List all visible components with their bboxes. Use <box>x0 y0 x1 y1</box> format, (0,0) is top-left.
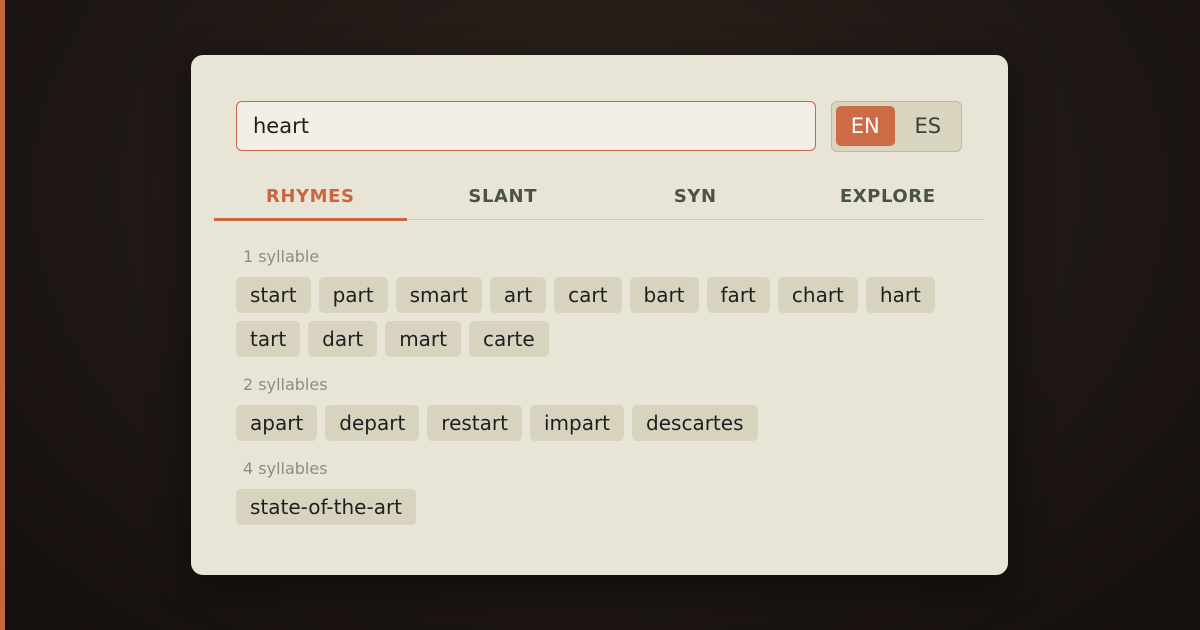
tab-syn[interactable]: SYN <box>599 173 792 219</box>
rhyme-card: EN ES RHYMES SLANT SYN EXPLORE 1 syllabl… <box>191 55 1008 575</box>
word-chip[interactable]: smart <box>395 277 482 313</box>
lang-es-button[interactable]: ES <box>899 106 958 146</box>
lang-en-button[interactable]: EN <box>836 106 895 146</box>
word-chip[interactable]: start <box>236 277 311 313</box>
word-chip[interactable]: cart <box>554 277 622 313</box>
word-chip[interactable]: bart <box>629 277 699 313</box>
word-chip[interactable]: dart <box>308 321 378 357</box>
word-chip[interactable]: mart <box>385 321 461 357</box>
word-chip[interactable]: depart <box>325 405 420 441</box>
search-input[interactable] <box>236 101 816 151</box>
syllable-group-label: 1 syllable <box>243 247 320 266</box>
tab-explore[interactable]: EXPLORE <box>792 173 985 219</box>
search-row: EN ES <box>236 100 962 152</box>
word-chip[interactable]: chart <box>777 277 858 313</box>
word-chip[interactable]: descartes <box>632 405 758 441</box>
word-chip[interactable]: part <box>318 277 388 313</box>
results-list: 1 syllable start part smart art cart bart fart c… <box>236 245 966 541</box>
word-chip[interactable]: apart <box>236 405 318 441</box>
word-chip[interactable]: restart <box>427 405 522 441</box>
word-chip[interactable]: carte <box>469 321 549 357</box>
word-chip[interactable]: hart <box>865 277 935 313</box>
word-chip-group: start part smart art cart bart fart chart hart ta… <box>236 277 966 357</box>
syllable-group-label: 2 syllables <box>243 375 328 394</box>
syllable-group-label: 4 syllables <box>243 459 328 478</box>
word-chip[interactable]: tart <box>236 321 301 357</box>
word-chip[interactable]: impart <box>529 405 625 441</box>
tab-rhymes[interactable]: RHYMES <box>214 173 407 221</box>
language-toggle: EN ES <box>831 101 962 152</box>
word-chip-group: state-of-the-art <box>236 489 966 525</box>
word-chip[interactable]: state-of-the-art <box>236 489 417 525</box>
word-chip[interactable]: art <box>489 277 547 313</box>
tab-bar: RHYMES SLANT SYN EXPLORE <box>214 173 985 221</box>
word-chip-group: apart depart restart impart descartes <box>236 405 966 441</box>
edge-accent-bar <box>0 0 5 630</box>
word-chip[interactable]: fart <box>706 277 770 313</box>
tab-slant[interactable]: SLANT <box>407 173 600 219</box>
